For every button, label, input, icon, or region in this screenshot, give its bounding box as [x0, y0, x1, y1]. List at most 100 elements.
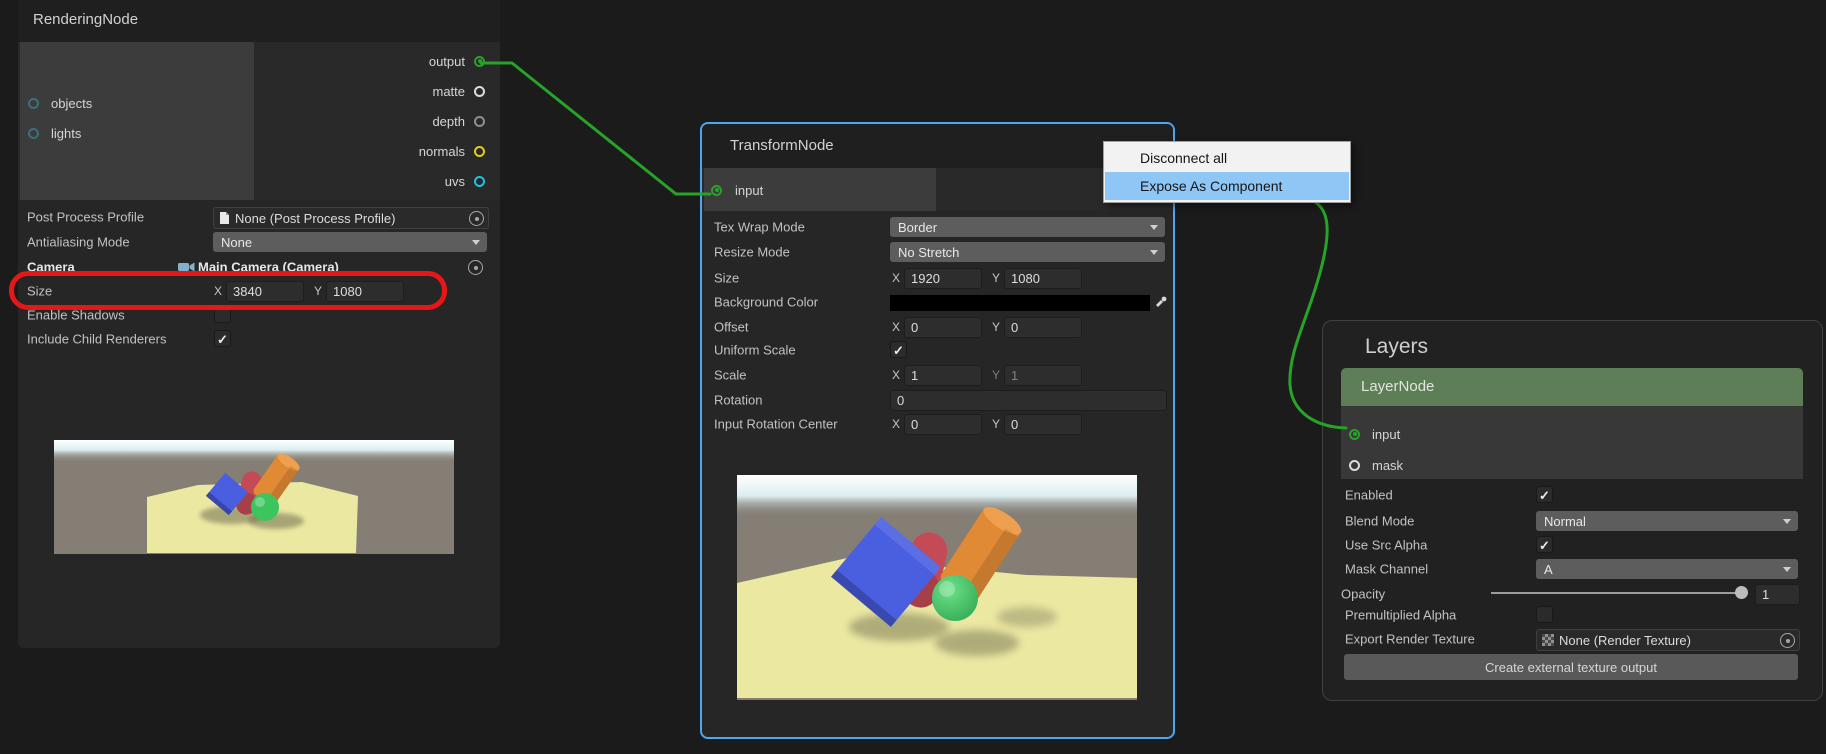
port-input[interactable]: input	[711, 178, 763, 202]
rotation-input[interactable]: 0	[890, 390, 1167, 411]
resize-mode-label: Resize Mode	[714, 245, 790, 260]
port-dot-lights[interactable]	[28, 128, 39, 139]
include-child-renderers-label: Include Child Renderers	[27, 332, 166, 347]
chevron-down-icon	[1783, 567, 1791, 572]
layers-panel[interactable]: Layers LayerNode input mask Enabled Blen…	[1322, 320, 1823, 701]
camera-label: Camera	[27, 260, 75, 275]
rendering-node-title: RenderingNode	[33, 11, 138, 28]
rendering-node-ports: objects lights output matte depth normal…	[18, 42, 500, 200]
antialiasing-mode-value: None	[221, 235, 252, 250]
port-dot-uvs[interactable]	[474, 176, 485, 187]
port-lights[interactable]: lights	[28, 121, 81, 145]
port-label: depth	[432, 114, 465, 129]
port-label: lights	[51, 126, 81, 141]
port-label: output	[429, 54, 465, 69]
object-picker-icon[interactable]	[1780, 633, 1795, 648]
mask-channel-label: Mask Channel	[1345, 562, 1428, 577]
premultiplied-alpha-label: Premultiplied Alpha	[1345, 608, 1456, 623]
include-child-renderers-checkbox[interactable]	[214, 330, 231, 347]
port-objects[interactable]: objects	[28, 91, 92, 115]
offset-x-label: X	[892, 320, 900, 334]
irc-y-input[interactable]: 0	[1004, 414, 1082, 435]
size-y-label: Y	[992, 271, 1000, 285]
scale-label: Scale	[714, 368, 747, 383]
enabled-checkbox[interactable]	[1536, 486, 1553, 503]
create-external-texture-output-button[interactable]: Create external texture output	[1344, 654, 1798, 680]
uniform-scale-checkbox[interactable]	[890, 341, 907, 358]
camera-value[interactable]: Main Camera (Camera)	[198, 260, 339, 275]
port-input[interactable]: input	[1349, 422, 1400, 446]
antialiasing-mode-dropdown[interactable]: None	[213, 232, 487, 252]
offset-y-label: Y	[992, 320, 1000, 334]
port-dot-input[interactable]	[1349, 429, 1360, 440]
resize-mode-dropdown[interactable]: No Stretch	[890, 242, 1165, 262]
opacity-slider-handle[interactable]	[1735, 586, 1748, 599]
port-label: input	[1372, 427, 1400, 442]
transform-node[interactable]: TransformNode input output Tex Wrap Mode…	[700, 122, 1175, 739]
edge-transform-output-to-layer-input[interactable]	[1160, 196, 1346, 428]
port-output[interactable]: output	[429, 49, 485, 73]
offset-y-input[interactable]: 0	[1004, 317, 1082, 338]
enabled-label: Enabled	[1345, 488, 1393, 503]
size-y-label: Y	[314, 284, 322, 298]
port-dot-normals[interactable]	[474, 146, 485, 157]
menu-item-disconnect-all[interactable]: Disconnect all	[1105, 144, 1349, 172]
scale-x-input[interactable]: 1	[904, 365, 982, 386]
port-depth[interactable]: depth	[432, 109, 485, 133]
port-dot-objects[interactable]	[28, 98, 39, 109]
export-render-texture-field[interactable]: None (Render Texture)	[1536, 629, 1800, 651]
size-x-input[interactable]: 3840	[226, 281, 304, 302]
mask-channel-dropdown[interactable]: A	[1536, 559, 1798, 579]
opacity-slider-track[interactable]	[1491, 592, 1748, 594]
enable-shadows-checkbox[interactable]	[214, 306, 231, 323]
layer-node-header[interactable]: LayerNode	[1341, 368, 1803, 406]
edge-output-to-transform-input[interactable]	[481, 63, 710, 194]
size-label: Size	[27, 284, 52, 299]
object-picker-icon[interactable]	[469, 211, 484, 226]
port-dot-mask[interactable]	[1349, 460, 1360, 471]
export-render-texture-label: Export Render Texture	[1345, 632, 1475, 647]
background-color-swatch[interactable]	[890, 295, 1150, 311]
use-src-alpha-checkbox[interactable]	[1536, 536, 1553, 553]
port-dot-matte[interactable]	[474, 86, 485, 97]
scale-y-input: 1	[1004, 365, 1082, 386]
input-rotation-center-label: Input Rotation Center	[714, 417, 838, 432]
size-y-input[interactable]: 1080	[1004, 268, 1082, 289]
premultiplied-alpha-checkbox[interactable]	[1536, 606, 1553, 623]
use-src-alpha-label: Use Src Alpha	[1345, 538, 1427, 553]
menu-item-expose-as-component[interactable]: Expose As Component	[1105, 172, 1349, 200]
size-x-input[interactable]: 1920	[904, 268, 982, 289]
chevron-down-icon	[1150, 250, 1158, 255]
object-picker-icon[interactable]	[468, 260, 483, 275]
eyedropper-icon[interactable]	[1154, 295, 1168, 309]
irc-x-label: X	[892, 417, 900, 431]
blend-mode-dropdown[interactable]: Normal	[1536, 511, 1798, 531]
offset-label: Offset	[714, 320, 748, 335]
rendering-node[interactable]: RenderingNode objects lights output matt…	[18, 0, 500, 648]
offset-x-input[interactable]: 0	[904, 317, 982, 338]
port-matte[interactable]: matte	[432, 79, 485, 103]
opacity-value-input[interactable]: 1	[1755, 584, 1800, 605]
node-graph-canvas[interactable]: RenderingNode objects lights output matt…	[0, 0, 1826, 754]
port-label: matte	[432, 84, 465, 99]
irc-x-input[interactable]: 0	[904, 414, 982, 435]
port-dot-depth[interactable]	[474, 116, 485, 127]
size-label: Size	[714, 271, 739, 286]
port-label: objects	[51, 96, 92, 111]
tex-wrap-mode-dropdown[interactable]: Border	[890, 217, 1165, 237]
port-dot-input[interactable]	[711, 185, 722, 196]
opacity-label: Opacity	[1341, 587, 1385, 602]
chevron-down-icon	[1150, 225, 1158, 230]
scale-x-label: X	[892, 368, 900, 382]
transform-node-title: TransformNode	[730, 137, 834, 154]
post-process-profile-field[interactable]: None (Post Process Profile)	[213, 207, 489, 229]
port-mask[interactable]: mask	[1349, 453, 1403, 477]
port-uvs[interactable]: uvs	[445, 169, 485, 193]
port-dot-output[interactable]	[474, 56, 485, 67]
size-y-input[interactable]: 1080	[326, 281, 404, 302]
rendering-node-header[interactable]: RenderingNode	[18, 0, 500, 43]
irc-y-label: Y	[992, 417, 1000, 431]
port-normals[interactable]: normals	[419, 139, 485, 163]
antialiasing-mode-label: Antialiasing Mode	[27, 235, 130, 250]
tex-wrap-mode-label: Tex Wrap Mode	[714, 220, 805, 235]
